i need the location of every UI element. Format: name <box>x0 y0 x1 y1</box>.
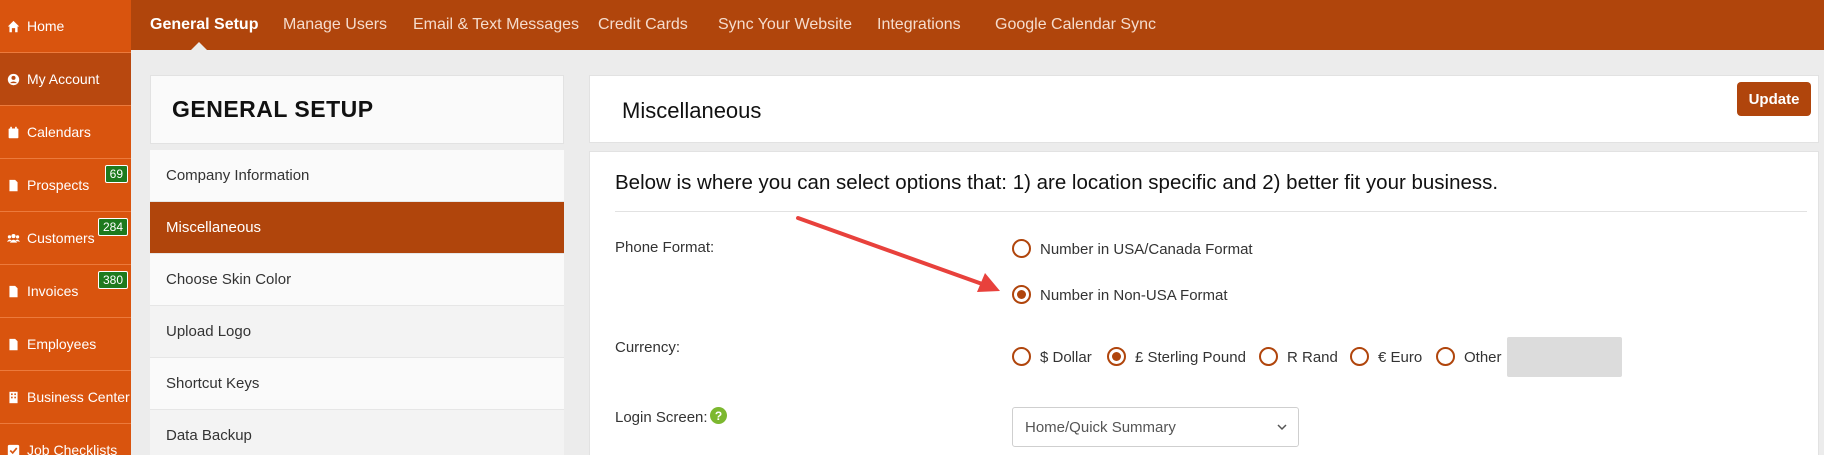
count-badge: 284 <box>97 218 128 236</box>
sidebar: Home My Account Calendars Prospects 69 C… <box>0 0 131 455</box>
sidebar-item-label: Home <box>27 18 65 34</box>
sidebar-item-label: Job Checklists <box>27 442 118 455</box>
sidebar-item-label: Business Center <box>27 389 130 405</box>
sidebar-item-invoices[interactable]: Invoices 380 <box>0 265 131 318</box>
phone-format-non-usa-label[interactable]: Number in Non-USA Format <box>1040 287 1228 304</box>
phone-format-label: Phone Format: <box>615 239 715 256</box>
currency-dollar-label[interactable]: $ Dollar <box>1040 349 1092 366</box>
currency-euro-label[interactable]: € Euro <box>1378 349 1422 366</box>
panel-title: GENERAL SETUP <box>172 96 374 122</box>
chevron-down-icon <box>1277 424 1287 431</box>
menu-item-company-information[interactable]: Company Information <box>150 150 564 202</box>
sidebar-item-calendars[interactable]: Calendars <box>0 106 131 159</box>
sidebar-item-prospects[interactable]: Prospects 69 <box>0 159 131 212</box>
users-icon <box>6 231 21 246</box>
currency-euro-radio[interactable] <box>1350 347 1369 366</box>
menu-item-miscellaneous[interactable]: Miscellaneous <box>150 202 564 254</box>
calendar-icon <box>6 125 21 140</box>
currency-dollar-radio[interactable] <box>1012 347 1031 366</box>
tab-sync-your-website[interactable]: Sync Your Website <box>718 0 852 50</box>
login-screen-label: Login Screen: <box>615 409 708 426</box>
sidebar-item-employees[interactable]: Employees <box>0 318 131 371</box>
checkbox-icon <box>6 443 21 455</box>
menu-item-shortcut-keys[interactable]: Shortcut Keys <box>150 358 564 410</box>
currency-rand-radio[interactable] <box>1259 347 1278 366</box>
file-icon <box>6 337 21 352</box>
count-badge: 69 <box>104 165 128 183</box>
home-icon <box>6 19 21 34</box>
menu-item-choose-skin-color[interactable]: Choose Skin Color <box>150 254 564 306</box>
sidebar-item-label: Invoices <box>27 283 79 299</box>
sidebar-item-label: My Account <box>27 71 100 87</box>
user-circle-icon <box>6 72 21 87</box>
settings-menu: Company Information Miscellaneous Choose… <box>150 150 564 455</box>
tab-email-text-messages[interactable]: Email & Text Messages <box>413 0 579 50</box>
currency-rand-label[interactable]: R Rand <box>1287 349 1338 366</box>
currency-other-input[interactable] <box>1507 337 1622 377</box>
sidebar-item-label: Prospects <box>27 177 90 193</box>
sidebar-item-home[interactable]: Home <box>0 0 131 53</box>
help-icon[interactable]: ? <box>710 407 727 424</box>
intro-text: Below is where you can select options th… <box>615 171 1499 194</box>
sidebar-item-business-center[interactable]: Business Center <box>0 371 131 424</box>
sidebar-item-label: Calendars <box>27 124 91 140</box>
file-icon <box>6 284 21 299</box>
phone-format-usa-label[interactable]: Number in USA/Canada Format <box>1040 241 1253 258</box>
phone-format-non-usa-radio[interactable] <box>1012 285 1031 304</box>
count-badge: 380 <box>97 271 128 289</box>
section-title: Miscellaneous <box>622 98 762 123</box>
currency-other-label[interactable]: Other <box>1464 349 1502 366</box>
sidebar-item-label: Customers <box>27 230 95 246</box>
tab-google-calendar-sync[interactable]: Google Calendar Sync <box>995 0 1156 50</box>
update-button[interactable]: Update <box>1737 82 1811 116</box>
tab-integrations[interactable]: Integrations <box>877 0 961 50</box>
sidebar-item-customers[interactable]: Customers 284 <box>0 212 131 265</box>
menu-item-upload-logo[interactable]: Upload Logo <box>150 306 564 358</box>
section-header: Miscellaneous <box>589 75 1819 143</box>
file-icon <box>6 178 21 193</box>
login-screen-select[interactable]: Home/Quick Summary <box>1012 407 1299 447</box>
active-tab-indicator <box>191 42 207 50</box>
menu-item-data-backup[interactable]: Data Backup <box>150 410 564 455</box>
building-icon <box>6 390 21 405</box>
left-panel-header: GENERAL SETUP <box>150 75 564 144</box>
currency-pound-label[interactable]: £ Sterling Pound <box>1135 349 1246 366</box>
tab-credit-cards[interactable]: Credit Cards <box>598 0 688 50</box>
currency-other-radio[interactable] <box>1436 347 1455 366</box>
currency-pound-radio[interactable] <box>1107 347 1126 366</box>
sidebar-item-job-checklists[interactable]: Job Checklists <box>0 424 131 455</box>
phone-format-usa-radio[interactable] <box>1012 239 1031 258</box>
tab-manage-users[interactable]: Manage Users <box>283 0 387 50</box>
divider <box>615 211 1807 212</box>
login-screen-selected-value: Home/Quick Summary <box>1025 418 1176 436</box>
sidebar-item-label: Employees <box>27 336 97 352</box>
sidebar-item-my-account[interactable]: My Account <box>0 53 131 106</box>
currency-label: Currency: <box>615 339 681 356</box>
